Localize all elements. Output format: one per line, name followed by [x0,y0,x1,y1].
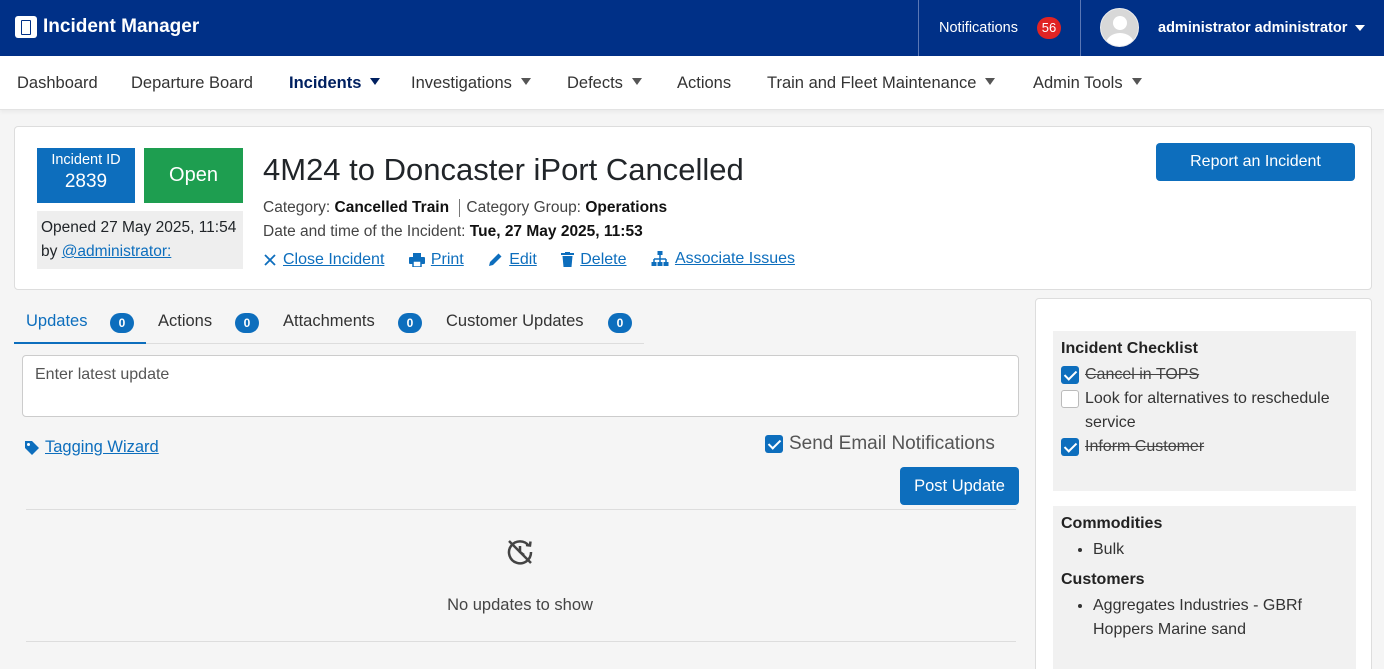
status-badge: Open [144,148,243,203]
no-history-icon [507,540,533,565]
caret-down-icon [520,78,531,86]
post-update-button[interactable]: Post Update [900,467,1019,505]
list-item: Aggregates Industries - GBRf Hoppers Mar… [1093,594,1348,642]
incident-id-label: Incident ID [51,152,121,168]
datetime-row: Date and time of the Incident: Tue, 27 M… [263,223,643,241]
opened-info: Opened 27 May 2025, 11:54 by @administra… [37,211,243,269]
incident-id-value: 2839 [64,171,108,192]
send-email-option: Send Email Notifications [765,433,995,455]
tab-updates[interactable]: Updates 0 [14,300,146,344]
category-value: Cancelled Train [334,199,450,217]
category-group-value: Operations [585,199,668,217]
caret-down-icon [370,78,381,86]
avatar [1100,8,1139,47]
tab-count-badge: 0 [235,313,259,333]
caret-down-icon [985,78,996,86]
caret-down-icon [1131,78,1142,86]
main-nav: Dashboard Departure Board Incidents Inve… [0,56,1384,110]
tab-customer-updates[interactable]: Customer Updates 0 [446,300,636,344]
send-email-checkbox[interactable] [765,435,783,453]
customers-list: Aggregates Industries - GBRf Hoppers Mar… [1061,594,1348,642]
user-menu[interactable]: administrator administrator [1100,8,1366,47]
nav-item-departure-board[interactable]: Departure Board [131,74,253,93]
nav-item-train-fleet-maintenance[interactable]: Train and Fleet Maintenance [767,74,996,93]
incident-sidebar: Incident Checklist Cancel in TOPS Look f… [1035,298,1372,669]
checklist-item: Inform Customer [1061,435,1348,459]
printer-icon [408,253,425,267]
tab-count-badge: 0 [398,313,422,333]
close-icon [264,254,276,266]
customers-title: Customers [1061,571,1145,588]
report-incident-button[interactable]: Report an Incident [1156,143,1355,181]
close-incident-link[interactable]: Close Incident [263,251,384,269]
pencil-icon [489,253,502,266]
incident-id-box: Incident ID 2839 [37,148,135,203]
print-link[interactable]: Print [408,251,464,269]
category-group-label: Category Group: [466,199,581,217]
datetime-value: Tue, 27 May 2025, 11:53 [469,223,643,240]
top-bar: Incident Manager Notifications 56 admini… [0,0,1384,56]
incident-actions: Close Incident Print Edit Delete Associa… [263,250,815,272]
tab-count-badge: 0 [110,313,134,333]
commodities-customers-panel: Commodities Bulk Customers Aggregates In… [1053,506,1356,669]
update-input[interactable]: Enter latest update [22,355,1019,417]
incident-header-card: Incident ID 2839 Open Opened 27 May 2025… [14,126,1372,290]
commodities-title: Commodities [1061,515,1163,532]
checklist-item: Cancel in TOPS [1061,363,1348,387]
category-label: Category: [263,199,331,217]
nav-item-incidents[interactable]: Incidents [289,74,381,93]
updates-tabs: Updates 0 Actions 0 Attachments 0 Custom… [14,300,644,344]
app-brand[interactable]: Incident Manager [15,16,199,38]
tab-count-badge: 0 [608,313,632,333]
user-name: administrator administrator [1158,19,1348,36]
checklist-checkbox[interactable] [1061,390,1079,408]
nav-item-investigations[interactable]: Investigations [411,74,531,93]
notifications-count-badge: 56 [1037,17,1061,39]
associate-issues-link[interactable]: Associate Issues [651,250,795,268]
sitemap-icon [651,251,669,266]
tagging-wizard-link[interactable]: Tagging Wizard [24,438,159,457]
notifications-button[interactable]: Notifications 56 [918,0,1081,56]
nav-item-dashboard[interactable]: Dashboard [17,74,98,93]
clipboard-icon [15,16,37,38]
send-email-label: Send Email Notifications [789,433,995,454]
divider [26,641,1016,642]
divider [459,199,461,217]
opened-by-link[interactable]: @administrator: [62,243,172,260]
checklist-title: Incident Checklist [1061,340,1198,357]
tag-icon [25,440,39,455]
tab-attachments[interactable]: Attachments 0 [283,300,433,344]
divider [26,509,1016,510]
nav-item-defects[interactable]: Defects [567,74,642,93]
notifications-label: Notifications [939,20,1018,36]
chevron-down-icon [1355,24,1366,31]
incident-checklist: Incident Checklist Cancel in TOPS Look f… [1053,331,1356,491]
checklist-checkbox[interactable] [1061,438,1079,456]
checklist-item: Look for alternatives to reschedule serv… [1061,387,1348,435]
caret-down-icon [631,78,642,86]
nav-item-admin-tools[interactable]: Admin Tools [1033,74,1142,93]
checklist-checkbox[interactable] [1061,366,1079,384]
app-title: Incident Manager [43,16,200,37]
datetime-label: Date and time of the Incident: [263,223,466,240]
edit-link[interactable]: Edit [488,251,537,269]
delete-link[interactable]: Delete [561,251,626,269]
nav-item-actions[interactable]: Actions [677,74,731,93]
incident-title: 4M24 to Doncaster iPort Cancelled [263,152,744,187]
commodities-list: Bulk [1061,538,1348,562]
tab-actions[interactable]: Actions 0 [158,300,268,344]
empty-state-text: No updates to show [447,596,593,614]
trash-icon [561,252,575,267]
list-item: Bulk [1093,538,1348,562]
category-row: Category: Cancelled Train Category Group… [263,199,667,217]
